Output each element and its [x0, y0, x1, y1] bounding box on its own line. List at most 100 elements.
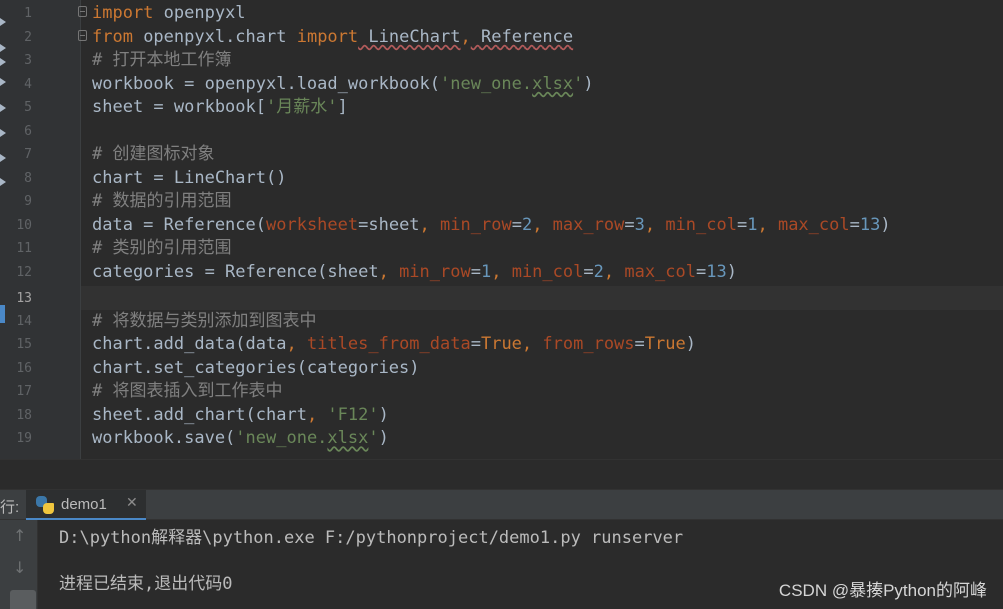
number: 2 [521, 214, 533, 235]
scroll-up-icon[interactable]: ↑ [13, 526, 26, 545]
line-number: 2 [24, 29, 32, 45]
line-number: 5 [24, 100, 32, 115]
number: 2 [593, 261, 604, 282]
code-text: =sheet [358, 214, 420, 235]
code-line-10[interactable]: data = Reference(worksheet=sheet, min_ro… [92, 214, 891, 238]
collapse-arrow-icon[interactable] [0, 78, 6, 86]
collapse-arrow-icon[interactable] [0, 18, 6, 26]
code-text: LineChart [358, 26, 461, 47]
code-line-5[interactable]: sheet = workbook['月薪水'] [92, 96, 348, 120]
line-number: 18 [16, 407, 32, 423]
code-line-17[interactable]: # 将图表插入到工作表中 [92, 380, 282, 404]
keyword: True [644, 334, 686, 354]
code-line-9[interactable]: # 数据的引用范围 [92, 190, 231, 214]
project-tool-strip [0, 0, 8, 459]
param: min_row [440, 214, 512, 235]
code-line-18[interactable]: sheet.add_chart(chart, 'F12') [92, 404, 389, 428]
code-text: Reference [470, 26, 574, 47]
string: 'F12' [327, 404, 379, 425]
line-number: 1 [24, 6, 32, 21]
param: from_rows [542, 334, 635, 354]
code-line-19[interactable]: workbook.save('new_one.xlsx') [92, 427, 389, 451]
keyword: True [480, 334, 522, 354]
fold-icon[interactable] [78, 30, 87, 41]
collapse-arrow-icon[interactable] [0, 129, 6, 137]
line-number: 3 [24, 53, 32, 68]
punct: , [286, 334, 307, 354]
output-line-command: D:\python解释器\python.exe F:/pythonproject… [59, 528, 684, 548]
code-line-8[interactable]: chart = LineChart() [92, 167, 286, 191]
editor-bottom-area [0, 459, 1003, 489]
keyword: import [296, 26, 359, 47]
line-number: 15 [16, 337, 32, 352]
param: min_col [665, 214, 737, 235]
run-label: 行: [0, 499, 20, 516]
gutter-divider [80, 0, 81, 459]
code-text: sheet = workbook[ [92, 97, 266, 117]
string: 'new_one. [235, 428, 328, 448]
param: worksheet [266, 214, 359, 235]
code-text: ) [378, 404, 389, 425]
line-number: 16 [16, 360, 32, 376]
punct: , [603, 261, 625, 282]
code-text: ) [880, 214, 891, 235]
string: '月薪水' [266, 97, 338, 117]
string: ' [573, 73, 584, 94]
tab-demo1[interactable]: demo1 ✕ [26, 490, 146, 521]
code-text: openpyxl [153, 3, 246, 23]
number: 1 [480, 261, 492, 282]
code-line-14[interactable]: # 将数据与类别添加到图表中 [92, 310, 316, 334]
run-panel-header: 行: demo1 ✕ [0, 489, 1003, 521]
code-text: = [470, 261, 481, 282]
code-text: = [583, 261, 594, 282]
code-text: categories = Reference(sheet [92, 261, 379, 282]
code-line-11[interactable]: # 类别的引用范围 [92, 237, 231, 261]
code-line-7[interactable]: # 创建图标对象 [92, 143, 214, 167]
tab-label: demo1 [61, 496, 107, 513]
collapse-arrow-icon[interactable] [0, 104, 6, 112]
punct: , [419, 214, 441, 235]
close-icon[interactable]: ✕ [126, 494, 138, 511]
punct: , [757, 214, 778, 235]
current-line-highlight [81, 286, 1003, 310]
soft-wrap-icon[interactable] [10, 590, 36, 609]
code-line-1[interactable]: import openpyxl [92, 2, 246, 26]
line-number: 13 [16, 291, 32, 306]
line-number: 10 [16, 217, 32, 233]
param: max_col [624, 261, 696, 282]
code-line-3[interactable]: # 打开本地工作簿 [92, 49, 231, 73]
watermark: CSDN @暴揍Python的阿峰 [778, 581, 987, 600]
line-number: 6 [24, 123, 32, 139]
keyword: from [92, 26, 133, 47]
collapse-arrow-icon[interactable] [0, 44, 6, 52]
keyword: import [92, 3, 154, 23]
code-text: = [736, 214, 748, 235]
code-text: = [849, 214, 860, 235]
string: 'new_one. [440, 73, 533, 94]
number: 13 [859, 214, 881, 235]
punct: , [491, 261, 512, 282]
string: xlsx [532, 73, 574, 94]
param: min_row [399, 261, 471, 282]
code-text: workbook.save( [92, 428, 236, 448]
code-text: = [511, 214, 522, 235]
line-number: 19 [16, 431, 32, 446]
code-line-15[interactable]: chart.add_data(data, titles_from_data=Tr… [92, 333, 696, 357]
number: 13 [706, 261, 727, 282]
code-text: workbook = openpyxl.load_workbook( [92, 73, 440, 94]
fold-icon[interactable] [78, 6, 87, 17]
collapse-arrow-icon[interactable] [0, 58, 6, 66]
code-line-12[interactable]: categories = Reference(sheet, min_row=1,… [92, 261, 737, 285]
code-line-2[interactable]: from openpyxl.chart import LineChart, Re… [92, 26, 573, 50]
code-text: ) [685, 334, 696, 354]
code-editor[interactable]: 1 2 3 4 5 6 7 8 9 10 11 12 13 14 15 16 17 18 19 import ope… [0, 0, 1003, 459]
collapse-arrow-icon[interactable] [0, 154, 6, 162]
param: titles_from_data [306, 334, 471, 354]
code-text: openpyxl.chart [132, 26, 297, 47]
python-file-icon [36, 496, 54, 514]
code-line-4[interactable]: workbook = openpyxl.load_workbook('new_o… [92, 73, 594, 97]
code-line-16[interactable]: chart.set_categories(categories) [92, 357, 420, 381]
scroll-down-icon[interactable]: ↓ [13, 558, 26, 577]
collapse-arrow-icon[interactable] [0, 178, 6, 186]
line-number: 14 [16, 313, 32, 329]
